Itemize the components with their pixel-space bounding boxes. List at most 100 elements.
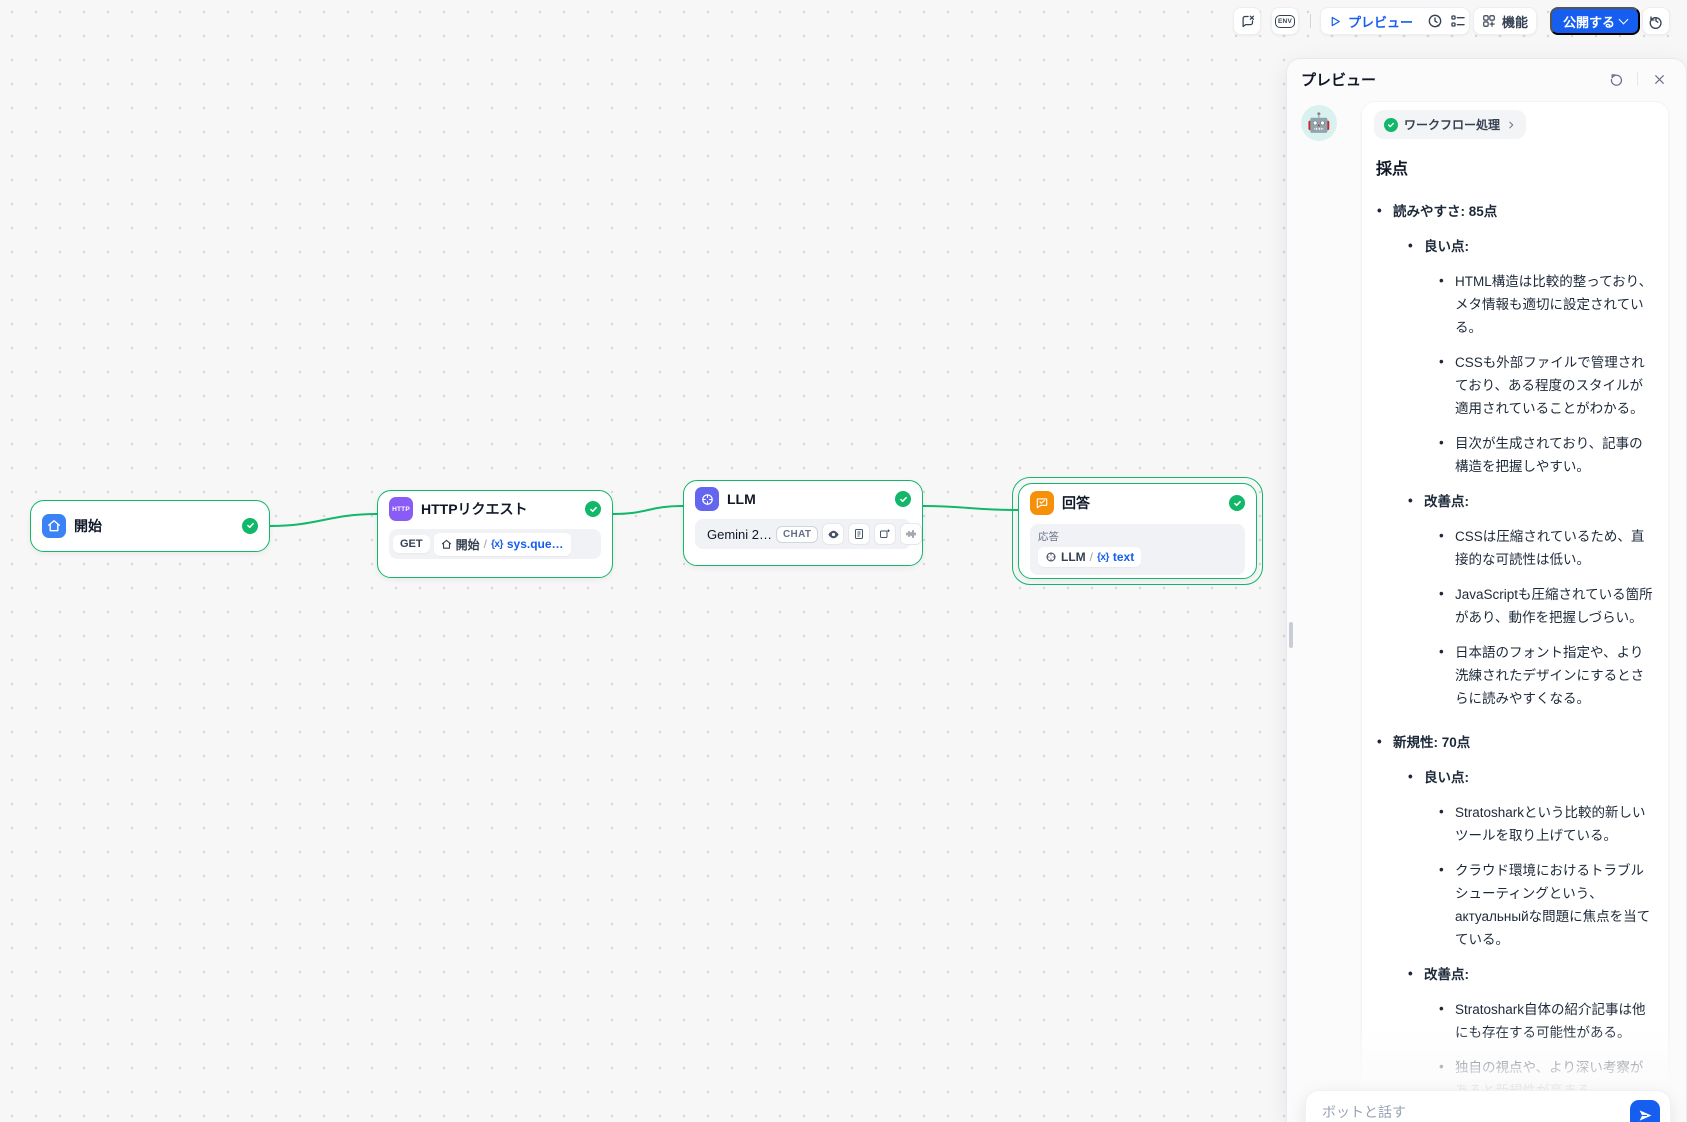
http-url-variable[interactable]: 開始 / {x} sys.que… — [434, 533, 571, 556]
bullet-marker: • — [1439, 800, 1444, 823]
restart-conversation-button[interactable] — [1603, 66, 1629, 92]
http-method-badge: GET — [393, 535, 430, 553]
bullet-text: 良い点: — [1424, 239, 1469, 254]
answer-variable[interactable]: LLM / {x} text — [1038, 547, 1141, 567]
node-answer-title: 回答 — [1062, 493, 1221, 513]
chat-input[interactable] — [1322, 1104, 1660, 1120]
bullet-item: • CSSは圧縮されているため、直接的な可読性は低い。 — [1436, 525, 1654, 571]
preview-run-button[interactable]: プレビュー — [1329, 12, 1413, 31]
bullet-text: 改善点: — [1424, 494, 1469, 509]
llm-model-name: Gemini 2… — [707, 527, 772, 542]
bullet-text: JavaScriptも圧縮されている箇所があり、動作を把握しづらい。 — [1455, 587, 1653, 625]
bullet-text: CSSも外部ファイルで管理されており、ある程度のスタイルが適用されていることがわ… — [1455, 355, 1645, 416]
publish-label: 公開する — [1563, 12, 1615, 31]
bullet-item: • 読みやすさ: 85点 • 良い点: • HTML構造は比較的整っており、メタ情報も適切… — [1374, 200, 1654, 710]
bullet-marker: • — [1439, 858, 1444, 881]
node-start[interactable]: 開始 — [30, 500, 270, 552]
chat-debug-button[interactable] — [1233, 7, 1261, 35]
bullet-text: 新規性: 70点 — [1393, 735, 1470, 750]
history-icon — [1648, 13, 1664, 29]
bullet-item: •目次が生成されており、記事の構造を把握しやすい。 — [1436, 432, 1654, 478]
send-icon — [1638, 1108, 1653, 1122]
send-button[interactable] — [1630, 1100, 1660, 1122]
message-bullets: • 読みやすさ: 85点 • 良い点: • HTML構造は比較的整っており、メタ情報も適切… — [1374, 200, 1654, 1122]
bullet-marker: • — [1439, 1055, 1444, 1078]
run-history-button[interactable] — [1427, 13, 1443, 29]
node-http-request[interactable]: HTTP HTTPリクエスト GET 開始 / {x} sys.que… — [377, 490, 613, 578]
bullet-marker: • — [1439, 269, 1444, 292]
bullet-marker: • — [1439, 582, 1444, 605]
bullet-text: 読みやすさ: 85点 — [1393, 204, 1497, 219]
toolbar-divider — [1310, 14, 1311, 28]
bullet-item: •新規性: 70点•良い点:•Stratosharkという比較的新しいツールを取… — [1374, 731, 1654, 1102]
vision-eye-icon — [822, 523, 844, 545]
features-button[interactable]: 機能 — [1473, 7, 1537, 35]
header-divider — [1637, 72, 1638, 86]
llm-model-selector[interactable]: Gemini 2… CHAT — [695, 519, 911, 549]
change-history-button[interactable] — [1642, 7, 1670, 35]
home-icon — [441, 539, 452, 550]
edge-llm-answer — [923, 506, 1018, 510]
bullet-item: • Stratoshark自体の紹介記事は他にも存在する可能性がある。 — [1436, 998, 1654, 1044]
bullet-item: • CSSも外部ファイルで管理されており、ある程度のスタイルが適用されていることが… — [1436, 351, 1654, 420]
bullet-text: 日本語のフォント指定や、より洗練されたデザインにするとさらに読みやすくなる。 — [1455, 645, 1644, 706]
variable-source: LLM — [1061, 550, 1086, 564]
preview-panel-header: プレビュー — [1287, 59, 1686, 99]
top-toolbar: ENV プレビュー 機能 公開する — [0, 7, 1687, 37]
close-panel-button[interactable] — [1646, 66, 1672, 92]
env-variables-button[interactable]: ENV — [1271, 7, 1299, 35]
bullet-text: Stratosharkという比較的新しいツールを取り上げている。 — [1455, 805, 1646, 843]
variable-name: sys.que… — [507, 537, 564, 551]
answer-icon — [1030, 491, 1054, 515]
bullet-text: HTML構造は比較的整っており、メタ情報も適切に設定されている。 — [1455, 274, 1652, 335]
node-llm-title: LLM — [727, 491, 887, 507]
bullet-item: •良い点:•Stratosharkという比較的新しいツールを取り上げている。•ク… — [1405, 766, 1654, 951]
variable-separator: / — [1090, 550, 1093, 564]
features-label: 機能 — [1502, 12, 1528, 31]
bullet-item: •日本語のフォント指定や、より洗練されたデザインにするとさらに読みやすくなる。 — [1436, 641, 1654, 710]
node-llm[interactable]: LLM Gemini 2… CHAT — [683, 480, 923, 566]
bullet-item: • JavaScriptも圧縮されている箇所があり、動作を把握しづらい。 — [1436, 583, 1654, 629]
bullet-marker: • — [1439, 350, 1444, 373]
bot-avatar: 🤖 — [1301, 105, 1337, 141]
answer-output-label: 応答 — [1038, 529, 1237, 544]
bullet-marker: • — [1408, 765, 1413, 788]
bullet-marker: • — [1377, 199, 1382, 222]
answer-message-bubble: ワークフロー処理 採点 •読みやすさ: 85点•良い点:•HTML構造は比較的整… — [1361, 101, 1669, 1122]
success-check-icon — [585, 501, 601, 517]
bullet-text: 改善点: — [1424, 967, 1469, 982]
bullet-item: • Stratosharkという比較的新しいツールを取り上げている。 — [1436, 801, 1654, 847]
variable-x-icon: {x} — [491, 539, 503, 550]
bullet-text: Stratoshark自体の紹介記事は他にも存在する可能性がある。 — [1455, 1002, 1646, 1040]
node-answer[interactable]: 回答 応答 LLM / {x} text — [1018, 483, 1257, 579]
bullet-item: • 改善点: • Stratoshark自体の紹介記事は他にも存在する可能性がある。•… — [1405, 963, 1654, 1102]
checklist-icon — [1450, 13, 1466, 29]
chevron-right-icon — [1506, 120, 1516, 130]
bullet-text: クラウド環境におけるトラブルシューティングという、актуальныйな問題に焦… — [1455, 863, 1650, 947]
publish-button[interactable]: 公開する — [1550, 7, 1640, 35]
bullet-item: • 良い点: • HTML構造は比較的整っており、メタ情報も適切に設定されている。 • C… — [1405, 235, 1654, 478]
preview-run-label: プレビュー — [1348, 12, 1413, 31]
node-http-title: HTTPリクエスト — [421, 499, 577, 519]
document-icon — [848, 523, 870, 545]
refresh-icon — [1609, 72, 1624, 87]
bullet-text: CSSは圧縮されているため、直接的な可読性は低い。 — [1455, 529, 1644, 567]
llm-ref-icon — [1045, 551, 1057, 563]
workflow-process-chip[interactable]: ワークフロー処理 — [1374, 110, 1526, 139]
run-group: プレビュー — [1320, 7, 1470, 35]
env-icon: ENV — [1275, 15, 1295, 28]
bullet-marker: • — [1439, 431, 1444, 454]
bullet-marker: • — [1439, 524, 1444, 547]
bullet-marker: • — [1408, 234, 1413, 257]
bullet-item: •改善点:•CSSは圧縮されているため、直接的な可読性は低い。•JavaScri… — [1405, 490, 1654, 710]
edge-http-llm — [613, 506, 683, 514]
http-icon: HTTP — [389, 497, 413, 521]
variable-inspector-button[interactable] — [1450, 13, 1466, 29]
node-start-title: 開始 — [74, 516, 234, 536]
chat-close-icon — [1240, 14, 1255, 29]
variable-x-icon: {x} — [1097, 552, 1109, 563]
home-icon — [42, 514, 66, 538]
bullet-marker: • — [1439, 997, 1444, 1020]
canvas-scrollbar[interactable] — [1289, 622, 1293, 648]
llm-mode-badge: CHAT — [776, 526, 818, 543]
